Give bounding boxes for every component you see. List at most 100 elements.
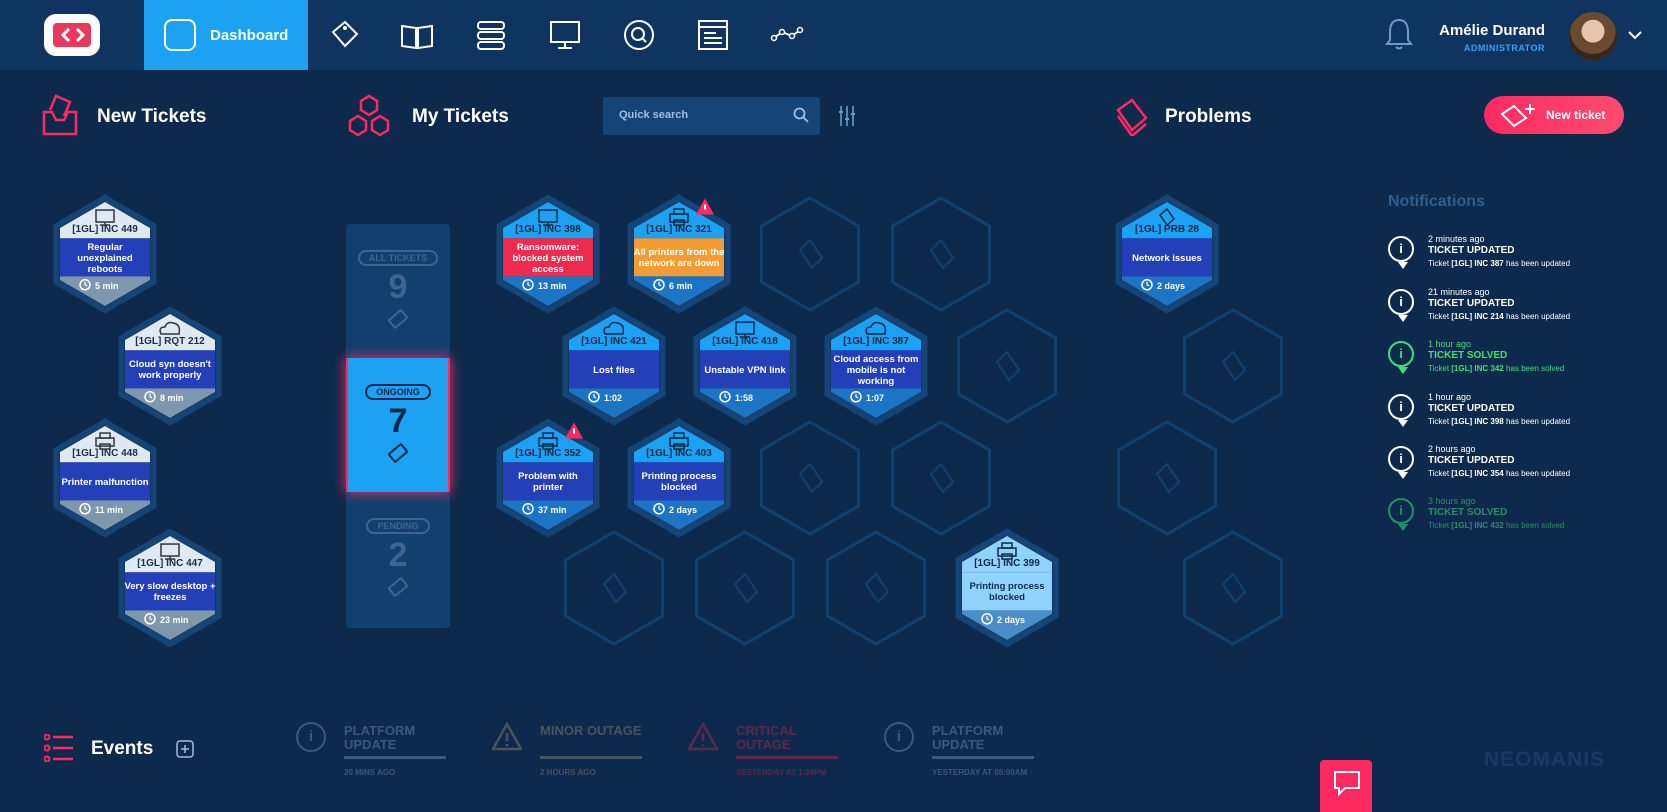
event-divider — [736, 756, 838, 759]
ticket-time: 1:58 — [735, 392, 754, 403]
ticket-title: Network issues — [1132, 252, 1202, 264]
ticket-title: Printing process blocked — [641, 471, 717, 494]
empty-hex-slot — [1183, 530, 1283, 646]
ticket-id: [1GL] PRB 28 — [1135, 223, 1199, 235]
notification-item[interactable]: i 2 hours ago TICKET UPDATED Ticket [1GL… — [1388, 444, 1648, 490]
notification-message: Ticket [1GL] INC 214 has been updated — [1428, 312, 1571, 321]
empty-hex-slot — [1183, 308, 1283, 424]
ticket-title: Unstable VPN link — [704, 364, 786, 376]
ticket-time: 1:02 — [604, 392, 623, 403]
notification-item[interactable]: i 21 minutes ago TICKET UPDATED Ticket [… — [1388, 287, 1648, 333]
ticket-id: [1GL] INC 321 — [646, 223, 712, 235]
event-title: PLATFORM UPDATE — [932, 723, 1004, 752]
list-icon — [44, 734, 73, 762]
info-icon: i — [1388, 394, 1414, 427]
ticket-id: [1GL] INC 387 — [843, 335, 909, 347]
ticket-time: 13 min — [538, 280, 567, 291]
notification-time: 3 hours ago — [1428, 496, 1476, 506]
event-title: MINOR OUTAGE — [540, 723, 642, 738]
notification-time: 2 hours ago — [1428, 444, 1476, 454]
section-title-events: Events — [91, 738, 154, 759]
event-time: 20 MINS AGO — [344, 768, 396, 777]
notification-message: Ticket [1GL] INC 398 has been updated — [1428, 417, 1571, 426]
info-icon: i — [1388, 498, 1414, 531]
ticket-time: 1:07 — [866, 392, 885, 403]
notification-time: 2 minutes ago — [1428, 234, 1485, 244]
ticket-id: [1GL] INC 398 — [515, 223, 581, 235]
ticket-id: [1GL] RQT 212 — [135, 335, 205, 347]
ticket-time: 2 days — [1157, 280, 1186, 291]
ticket-title: Cloud access from mobile is not working — [833, 353, 919, 387]
event-item[interactable]: CRITICAL OUTAGE YESTERDAY AT 1:28PM — [686, 720, 858, 780]
chat-button[interactable] — [1320, 760, 1372, 812]
ticket-id: [1GL] INC 447 — [137, 557, 203, 569]
ticket-time: 23 min — [160, 614, 189, 625]
event-title: CRITICAL OUTAGE — [736, 723, 797, 752]
notification-message: Ticket [1GL] INC 354 has been updated — [1428, 469, 1571, 478]
ticket-title: Ransomware: blocked system access — [512, 241, 584, 275]
empty-hex-slot — [564, 530, 664, 646]
notification-type: TICKET UPDATED — [1428, 298, 1515, 309]
ticket-time: 11 min — [95, 504, 124, 515]
event-time: YESTERDAY AT 05:00AM — [932, 768, 1028, 777]
notifications-title: Notifications — [1388, 193, 1485, 210]
ticket-title: Printing process blocked — [969, 581, 1045, 604]
event-item[interactable]: i PLATFORM UPDATE 20 MINS AGO — [296, 720, 466, 780]
notification-time: 1 hour ago — [1428, 339, 1472, 349]
notification-item[interactable]: i 1 hour ago TICKET UPDATED Ticket [1GL]… — [1388, 392, 1648, 438]
ticket-time: 8 min — [160, 392, 184, 403]
ticket-id: [1GL] INC 449 — [72, 223, 138, 235]
brand-logo: NEOMANIS — [1484, 748, 1606, 771]
notification-item[interactable]: i 1 hour ago TICKET SOLVED Ticket [1GL] … — [1388, 339, 1648, 385]
notification-type: TICKET UPDATED — [1428, 403, 1515, 414]
info-icon: i — [1388, 341, 1414, 374]
empty-hex-slot — [891, 196, 991, 312]
ticket-id: [1GL] INC 399 — [974, 557, 1040, 569]
ticket-time: 6 min — [669, 280, 693, 291]
notification-time: 1 hour ago — [1428, 392, 1472, 402]
event-item[interactable]: i PLATFORM UPDATE YESTERDAY AT 05:00AM — [884, 720, 1054, 780]
empty-hex-slot — [826, 530, 926, 646]
ticket-id: [1GL] INC 352 — [515, 447, 581, 459]
notification-type: TICKET UPDATED — [1428, 455, 1515, 466]
ticket-id: [1GL] INC 418 — [712, 335, 778, 347]
event-divider — [344, 756, 446, 759]
empty-hex-slot — [957, 308, 1057, 424]
event-divider — [540, 756, 642, 759]
warning-icon — [686, 721, 720, 752]
notification-message: Ticket [1GL] INC 387 has been updated — [1428, 259, 1571, 268]
notification-message: Ticket [1GL] INC 432 has been solved — [1428, 521, 1565, 530]
empty-hex-slot — [760, 196, 860, 312]
notification-message: Ticket [1GL] INC 342 has been solved — [1428, 364, 1565, 373]
chat-icon — [1334, 771, 1360, 796]
notification-type: TICKET UPDATED — [1428, 245, 1515, 256]
event-title: PLATFORM UPDATE — [344, 723, 416, 752]
event-item[interactable]: MINOR OUTAGE 2 HOURS AGO — [490, 720, 662, 780]
info-icon: i — [1388, 446, 1414, 479]
notification-type: TICKET SOLVED — [1428, 350, 1508, 361]
empty-hex-slot — [695, 530, 795, 646]
ticket-title: Cloud syn doesn't work properly — [129, 359, 211, 382]
info-icon: i — [1388, 289, 1414, 322]
info-icon: i — [884, 722, 914, 752]
ticket-title: Regular unexplained reboots — [77, 241, 133, 275]
ticket-id: [1GL] INC 448 — [72, 447, 138, 459]
warning-icon — [490, 721, 524, 752]
ticket-time: 5 min — [95, 280, 119, 291]
ticket-title: Problem with printer — [518, 471, 578, 494]
ticket-time: 2 days — [669, 504, 698, 515]
event-time: YESTERDAY AT 1:28PM — [736, 768, 827, 777]
ticket-title: Printer malfunction — [61, 476, 149, 488]
ticket-id: [1GL] INC 421 — [581, 335, 647, 347]
empty-hex-slot — [1117, 420, 1217, 536]
notification-type: TICKET SOLVED — [1428, 507, 1508, 518]
ticket-time: 2 days — [997, 614, 1026, 625]
ticket-time: 37 min — [538, 504, 567, 515]
ticket-title: Lost files — [593, 364, 635, 376]
empty-hex-slot — [760, 420, 860, 536]
notification-item[interactable]: i 3 hours ago TICKET SOLVED Ticket [1GL]… — [1388, 496, 1648, 542]
event-divider — [932, 756, 1034, 759]
notification-item[interactable]: i 2 minutes ago TICKET UPDATED Ticket [1… — [1388, 234, 1648, 280]
add-event-icon[interactable] — [176, 740, 194, 758]
ticket-id: [1GL] INC 403 — [646, 447, 712, 459]
